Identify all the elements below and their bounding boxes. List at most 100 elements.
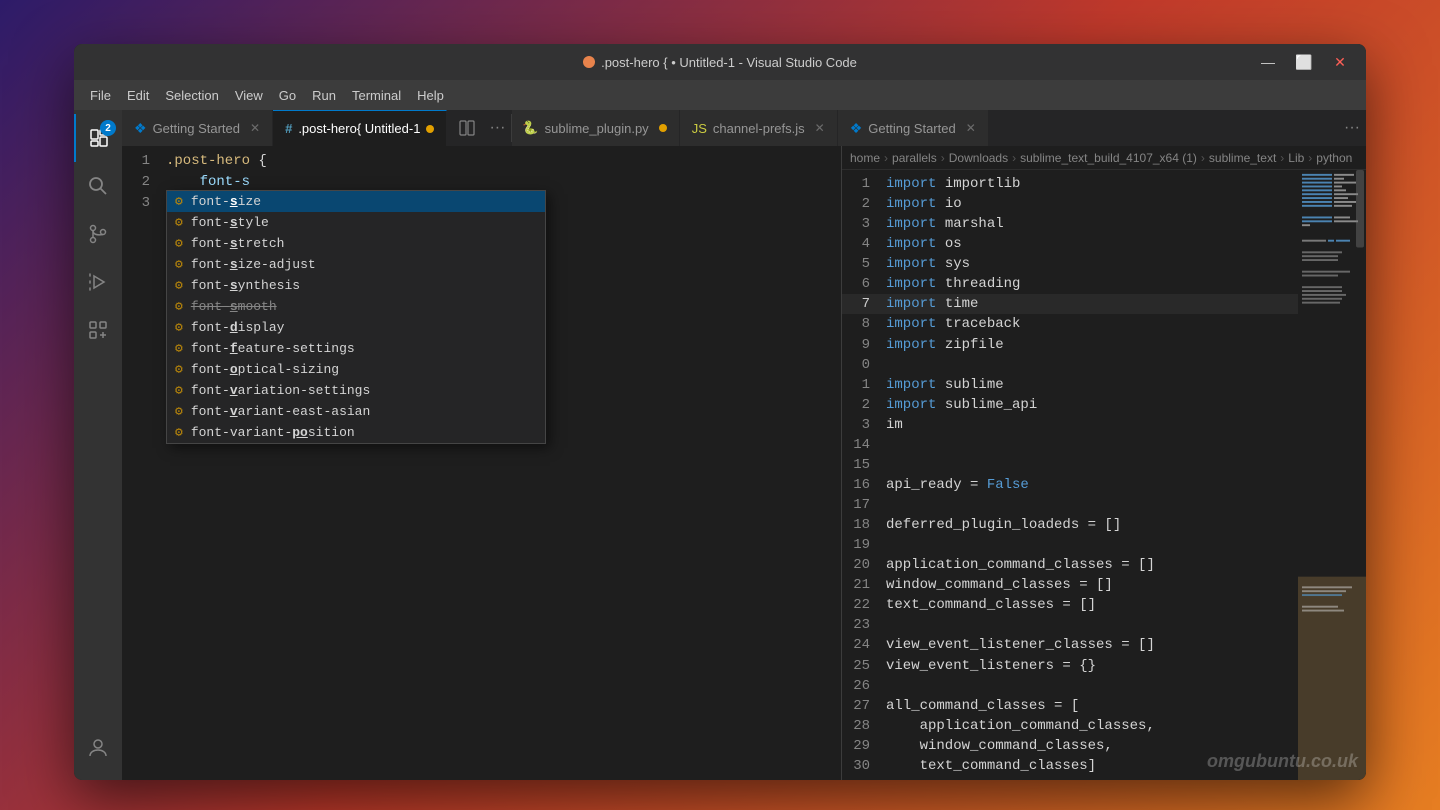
activity-icon-run-debug[interactable]: [74, 258, 122, 306]
py-line-8: 8 import traceback: [842, 314, 1298, 334]
py-num-25: 25: [842, 658, 886, 674]
breadcrumb-sublime-text[interactable]: sublime_text: [1209, 151, 1276, 165]
maximize-button[interactable]: ⬜: [1290, 48, 1318, 76]
minimap[interactable]: [1298, 170, 1366, 780]
autocomplete-item-5[interactable]: ⚙ font-smooth: [167, 296, 545, 317]
menu-run[interactable]: Run: [304, 86, 344, 105]
more-actions-right[interactable]: ···: [1338, 110, 1366, 146]
menu-selection[interactable]: Selection: [157, 86, 226, 105]
tab-sublime-plugin[interactable]: 🐍 sublime_plugin.py: [512, 110, 679, 146]
autocomplete-item-9[interactable]: ⚙ font-variation-settings: [167, 380, 545, 401]
tab-label-getting-started: Getting Started: [153, 121, 240, 136]
autocomplete-icon-9: ⚙: [175, 383, 183, 398]
py-content-25: view_event_listeners = {}: [886, 658, 1096, 674]
autocomplete-item-10[interactable]: ⚙ font-variant-east-asian: [167, 401, 545, 422]
activity-icon-source-control[interactable]: [74, 210, 122, 258]
py-num-16: 16: [842, 477, 886, 493]
menu-help[interactable]: Help: [409, 86, 452, 105]
line-content-1: .post-hero {: [166, 153, 267, 169]
autocomplete-item-11[interactable]: ⚙ font-variant-position: [167, 422, 545, 443]
more-actions-left[interactable]: ···: [483, 110, 511, 146]
autocomplete-icon-6: ⚙: [175, 320, 183, 335]
autocomplete-item-7[interactable]: ⚙ font-feature-settings: [167, 338, 545, 359]
py-line-3: 3 import marshal: [842, 214, 1298, 234]
autocomplete-item-1[interactable]: ⚙ font-style: [167, 212, 545, 233]
tab-dirty-dot: [426, 125, 434, 133]
activity-icon-search[interactable]: [74, 162, 122, 210]
menu-go[interactable]: Go: [271, 86, 304, 105]
activity-icon-extensions[interactable]: [74, 306, 122, 354]
close-button[interactable]: ✕: [1326, 48, 1354, 76]
autocomplete-item-3[interactable]: ⚙ font-size-adjust: [167, 254, 545, 275]
py-content-2: import io: [886, 196, 962, 212]
autocomplete-text-1: font-style: [191, 215, 269, 230]
py-num-9: 9: [842, 337, 886, 353]
breadcrumb-lib[interactable]: Lib: [1288, 151, 1304, 165]
tab-channel-prefs[interactable]: JS channel-prefs.js ✕: [680, 110, 838, 146]
tab-close-channel-prefs[interactable]: ✕: [815, 121, 825, 135]
py-line-5: 5 import sys: [842, 254, 1298, 274]
autocomplete-text-8: font-optical-sizing: [191, 362, 339, 377]
activity-icon-explorer[interactable]: 2: [74, 114, 122, 162]
code-editor-css[interactable]: 1 .post-hero { 2 font-s 3 }: [122, 146, 841, 780]
py-line-13: 3 im: [842, 415, 1298, 435]
line-content-2: font-s: [166, 174, 250, 190]
autocomplete-icon-11: ⚙: [175, 425, 183, 440]
py-line-20: 20 application_command_classes = []: [842, 555, 1298, 575]
code-editor-python[interactable]: 1 import importlib 2 import io 3 import …: [842, 170, 1366, 780]
py-num-11: 1: [842, 377, 886, 393]
py-content-1: import importlib: [886, 176, 1020, 192]
py-num-7: 7: [842, 296, 886, 312]
minimize-button[interactable]: —: [1254, 48, 1282, 76]
activity-icon-account[interactable]: [74, 724, 122, 772]
editor-layout-button[interactable]: [451, 110, 483, 146]
py-content-7: import time: [886, 296, 978, 312]
breadcrumb-parallels[interactable]: parallels: [892, 151, 937, 165]
autocomplete-item-4[interactable]: ⚙ font-synthesis: [167, 275, 545, 296]
py-content-12: import sublime_api: [886, 397, 1037, 413]
editors-split: 1 .post-hero { 2 font-s 3 }: [122, 146, 1366, 780]
py-content-29: window_command_classes,: [886, 738, 1113, 754]
menu-edit[interactable]: Edit: [119, 86, 157, 105]
py-num-14: 14: [842, 437, 886, 453]
breadcrumb-python[interactable]: python: [1316, 151, 1352, 165]
autocomplete-icon-3: ⚙: [175, 257, 183, 272]
menu-view[interactable]: View: [227, 86, 271, 105]
autocomplete-text-3: font-size-adjust: [191, 257, 316, 272]
breadcrumb-sublime-build[interactable]: sublime_text_build_4107_x64 (1): [1020, 151, 1197, 165]
autocomplete-item-6[interactable]: ⚙ font-display: [167, 317, 545, 338]
breadcrumb: home › parallels › Downloads › sublime_t…: [842, 146, 1366, 170]
menu-terminal[interactable]: Terminal: [344, 86, 409, 105]
py-line-10: 0: [842, 355, 1298, 375]
line-num-3: 3: [122, 195, 166, 211]
tab-getting-started-right[interactable]: ❖ Getting Started ✕: [838, 110, 989, 146]
py-line-19: 19: [842, 535, 1298, 555]
tab-post-hero[interactable]: # .post-hero{ Untitled-1: [273, 110, 447, 146]
py-line-11: 1 import sublime: [842, 375, 1298, 395]
py-content-30: text_command_classes]: [886, 758, 1096, 774]
autocomplete-item-0[interactable]: ⚙ font-size: [167, 191, 545, 212]
py-content-16: api_ready = False: [886, 477, 1029, 493]
py-num-2: 2: [842, 196, 886, 212]
py-num-15: 15: [842, 457, 886, 473]
breadcrumb-sep-5: ›: [1280, 151, 1284, 165]
autocomplete-text-9: font-variation-settings: [191, 383, 370, 398]
menu-file[interactable]: File: [82, 86, 119, 105]
py-num-10: 0: [842, 357, 886, 373]
python-code-lines: 1 import importlib 2 import io 3 import …: [842, 170, 1298, 780]
autocomplete-item-2[interactable]: ⚙ font-stretch: [167, 233, 545, 254]
py-num-24: 24: [842, 637, 886, 653]
autocomplete-item-8[interactable]: ⚙ font-optical-sizing: [167, 359, 545, 380]
menubar: File Edit Selection View Go Run Terminal…: [74, 80, 1366, 110]
py-num-17: 17: [842, 497, 886, 513]
js-icon: JS: [692, 121, 707, 136]
breadcrumb-home[interactable]: home: [850, 151, 880, 165]
tab-getting-started[interactable]: ❖ Getting Started ✕: [122, 110, 273, 146]
py-num-13: 3: [842, 417, 886, 433]
tab-dirty-dot-sublime: [659, 124, 667, 132]
breadcrumb-sep-4: ›: [1201, 151, 1205, 165]
tab-close-getting-started[interactable]: ✕: [250, 121, 260, 135]
breadcrumb-downloads[interactable]: Downloads: [949, 151, 1008, 165]
py-content-20: application_command_classes = []: [886, 557, 1155, 573]
tab-close-getting-started-right[interactable]: ✕: [966, 121, 976, 135]
